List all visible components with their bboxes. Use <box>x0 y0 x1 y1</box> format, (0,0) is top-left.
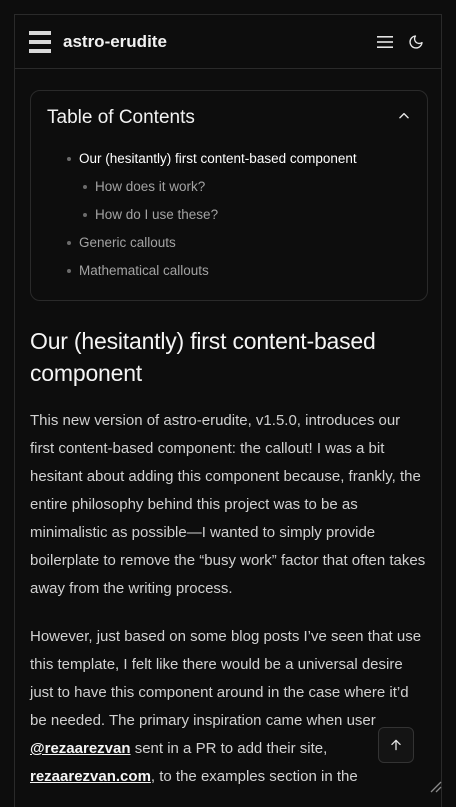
article-paragraph: This new version of astro-erudite, v1.5.… <box>30 412 426 597</box>
paragraph-text: However, just based on some blog posts I… <box>30 628 422 729</box>
site-logo-icon[interactable] <box>29 30 51 53</box>
page-frame: astro-erudite Table of Contents Our (hes… <box>14 14 442 807</box>
toc-list: Our (hesitantly) first content-based com… <box>47 145 411 285</box>
toc-title: Table of Contents <box>47 107 195 128</box>
paragraph-text: sent in a PR to add their site, <box>130 740 328 757</box>
arrow-up-icon <box>391 739 401 751</box>
hamburger-menu-icon[interactable] <box>374 31 396 53</box>
toc-header[interactable]: Table of Contents <box>47 107 411 129</box>
user-link[interactable]: @rezaarezvan <box>30 740 131 757</box>
site-title[interactable]: astro-erudite <box>63 32 365 52</box>
resize-handle-icon[interactable] <box>428 779 442 793</box>
article-paragraph: However, just based on some blog posts I… <box>30 623 426 791</box>
toc-item[interactable]: Mathematical callouts <box>47 257 411 285</box>
moon-icon[interactable] <box>405 31 427 53</box>
toc-item[interactable]: Generic callouts <box>47 229 411 257</box>
table-of-contents: Table of Contents Our (hesitantly) first… <box>30 90 428 301</box>
toc-item[interactable]: How do I use these? <box>47 201 411 229</box>
site-header: astro-erudite <box>15 15 441 69</box>
toc-item[interactable]: How does it work? <box>47 173 411 201</box>
chevron-up-icon[interactable] <box>397 109 411 128</box>
main-content: Table of Contents Our (hesitantly) first… <box>15 69 441 791</box>
paragraph-text: , to the examples section in the <box>150 768 358 785</box>
site-link[interactable]: rezaarezvan.com <box>30 768 151 785</box>
toc-item[interactable]: Our (hesitantly) first content-based com… <box>47 145 411 173</box>
scroll-to-top-button[interactable] <box>378 727 414 763</box>
article-heading: Our (hesitantly) first content-based com… <box>30 328 376 386</box>
